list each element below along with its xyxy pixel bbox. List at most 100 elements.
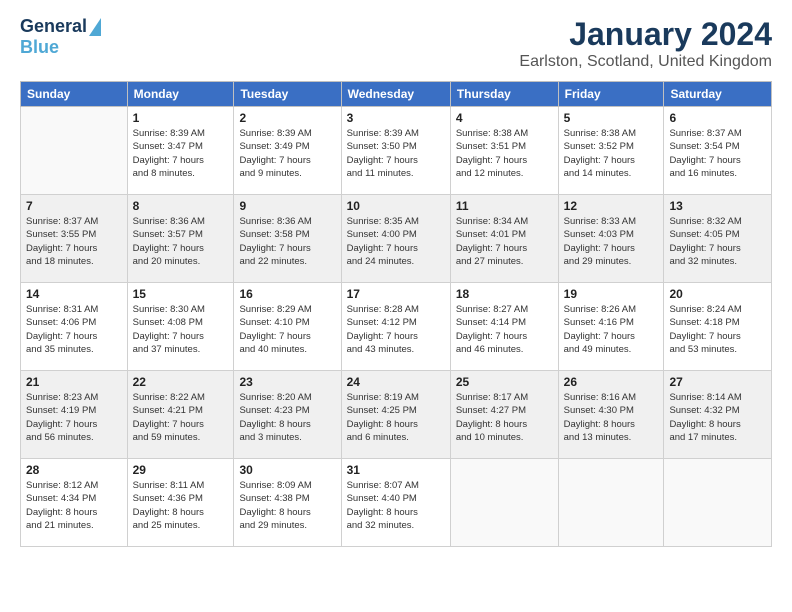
day-info-line: Sunrise: 8:09 AM [239, 479, 335, 492]
day-info-line: Sunrise: 8:38 AM [456, 127, 553, 140]
day-info-line: Sunset: 4:34 PM [26, 492, 122, 505]
day-info-line: Sunset: 4:10 PM [239, 316, 335, 329]
day-info-line: Daylight: 7 hours [133, 154, 229, 167]
day-info-line: Daylight: 8 hours [26, 506, 122, 519]
day-number: 18 [456, 287, 553, 301]
day-info-line: Sunset: 4:06 PM [26, 316, 122, 329]
day-info-line: Sunrise: 8:22 AM [133, 391, 229, 404]
logo-triangle-icon [89, 18, 101, 36]
day-number: 1 [133, 111, 229, 125]
day-number: 20 [669, 287, 766, 301]
day-info-line: Sunrise: 8:31 AM [26, 303, 122, 316]
day-info-line: Sunset: 4:00 PM [347, 228, 445, 241]
calendar-cell: 11Sunrise: 8:34 AMSunset: 4:01 PMDayligh… [450, 195, 558, 283]
day-info-line: and 32 minutes. [669, 255, 766, 268]
title-section: January 2024 Earlston, Scotland, United … [519, 16, 772, 71]
header-row: Sunday Monday Tuesday Wednesday Thursday… [21, 82, 772, 107]
day-info-line: Daylight: 7 hours [669, 242, 766, 255]
calendar-cell: 22Sunrise: 8:22 AMSunset: 4:21 PMDayligh… [127, 371, 234, 459]
day-info-line: Sunrise: 8:17 AM [456, 391, 553, 404]
calendar-cell: 25Sunrise: 8:17 AMSunset: 4:27 PMDayligh… [450, 371, 558, 459]
day-info-line: Sunset: 3:57 PM [133, 228, 229, 241]
day-info-line: and 12 minutes. [456, 167, 553, 180]
day-info-line: Sunrise: 8:27 AM [456, 303, 553, 316]
day-number: 30 [239, 463, 335, 477]
day-info-line: Daylight: 8 hours [347, 418, 445, 431]
day-info-line: Sunrise: 8:26 AM [564, 303, 659, 316]
day-info-line: Daylight: 7 hours [26, 242, 122, 255]
day-info-line: and 9 minutes. [239, 167, 335, 180]
calendar-cell: 17Sunrise: 8:28 AMSunset: 4:12 PMDayligh… [341, 283, 450, 371]
day-info-line: Sunrise: 8:29 AM [239, 303, 335, 316]
day-info-line: Daylight: 8 hours [669, 418, 766, 431]
day-number: 28 [26, 463, 122, 477]
day-number: 23 [239, 375, 335, 389]
day-info-line: and 22 minutes. [239, 255, 335, 268]
day-info-line: Daylight: 7 hours [564, 330, 659, 343]
day-info-line: Sunrise: 8:32 AM [669, 215, 766, 228]
day-info-line: Daylight: 7 hours [26, 330, 122, 343]
day-info-line: Sunset: 3:50 PM [347, 140, 445, 153]
calendar-cell: 27Sunrise: 8:14 AMSunset: 4:32 PMDayligh… [664, 371, 772, 459]
day-info-line: Sunset: 3:49 PM [239, 140, 335, 153]
day-info-line: and 27 minutes. [456, 255, 553, 268]
col-tuesday: Tuesday [234, 82, 341, 107]
day-number: 29 [133, 463, 229, 477]
calendar-cell: 19Sunrise: 8:26 AMSunset: 4:16 PMDayligh… [558, 283, 664, 371]
day-info-line: Sunset: 4:12 PM [347, 316, 445, 329]
calendar-cell: 31Sunrise: 8:07 AMSunset: 4:40 PMDayligh… [341, 459, 450, 547]
day-info-line: Daylight: 7 hours [347, 330, 445, 343]
day-info-line: and 11 minutes. [347, 167, 445, 180]
day-number: 6 [669, 111, 766, 125]
day-info-line: Daylight: 7 hours [239, 242, 335, 255]
calendar-cell: 2 Sunrise: 8:39 AMSunset: 3:49 PMDaylight… [234, 107, 341, 195]
day-info-line: Daylight: 7 hours [669, 330, 766, 343]
day-info-line: Sunrise: 8:33 AM [564, 215, 659, 228]
day-info-line: Sunset: 3:54 PM [669, 140, 766, 153]
day-info-line: Sunrise: 8:07 AM [347, 479, 445, 492]
day-info-line: Sunset: 4:08 PM [133, 316, 229, 329]
day-info-line: Sunset: 3:52 PM [564, 140, 659, 153]
day-number: 22 [133, 375, 229, 389]
calendar-cell: 3Sunrise: 8:39 AMSunset: 3:50 PMDaylight… [341, 107, 450, 195]
day-info-line: Sunrise: 8:36 AM [239, 215, 335, 228]
day-info-line: Sunrise: 8:23 AM [26, 391, 122, 404]
day-info-line: Daylight: 7 hours [239, 154, 335, 167]
day-number: 14 [26, 287, 122, 301]
day-info-line: Sunrise: 8:36 AM [133, 215, 229, 228]
day-info-line: and 8 minutes. [133, 167, 229, 180]
day-info-line: Sunset: 4:14 PM [456, 316, 553, 329]
day-info-line: Sunrise: 8:19 AM [347, 391, 445, 404]
day-info-line: Sunrise: 8:34 AM [456, 215, 553, 228]
day-info-line: Daylight: 7 hours [26, 418, 122, 431]
day-info-line: Sunset: 4:38 PM [239, 492, 335, 505]
day-number: 12 [564, 199, 659, 213]
day-info-line: and 21 minutes. [26, 519, 122, 532]
day-info-line: and 29 minutes. [564, 255, 659, 268]
calendar-cell: 30Sunrise: 8:09 AMSunset: 4:38 PMDayligh… [234, 459, 341, 547]
day-info-line: Sunset: 3:47 PM [133, 140, 229, 153]
day-info-line: Sunset: 4:16 PM [564, 316, 659, 329]
day-info-line: Daylight: 7 hours [347, 154, 445, 167]
day-info-line: Sunrise: 8:14 AM [669, 391, 766, 404]
day-number: 25 [456, 375, 553, 389]
calendar-week-2: 7Sunrise: 8:37 AMSunset: 3:55 PMDaylight… [21, 195, 772, 283]
day-number: 5 [564, 111, 659, 125]
day-number: 3 [347, 111, 445, 125]
col-wednesday: Wednesday [341, 82, 450, 107]
day-info-line: and 56 minutes. [26, 431, 122, 444]
calendar-week-4: 21Sunrise: 8:23 AMSunset: 4:19 PMDayligh… [21, 371, 772, 459]
calendar-title: January 2024 [519, 16, 772, 53]
day-info-line: Sunrise: 8:20 AM [239, 391, 335, 404]
day-info-line: and 49 minutes. [564, 343, 659, 356]
day-info-line: Sunset: 4:01 PM [456, 228, 553, 241]
day-info-line: Daylight: 7 hours [564, 242, 659, 255]
day-number: 13 [669, 199, 766, 213]
day-number: 16 [239, 287, 335, 301]
day-number: 2 [239, 111, 335, 125]
calendar-table: Sunday Monday Tuesday Wednesday Thursday… [20, 81, 772, 547]
day-info-line: and 35 minutes. [26, 343, 122, 356]
day-info-line: Daylight: 8 hours [456, 418, 553, 431]
day-info-line: and 20 minutes. [133, 255, 229, 268]
day-info-line: Sunrise: 8:39 AM [239, 127, 335, 140]
